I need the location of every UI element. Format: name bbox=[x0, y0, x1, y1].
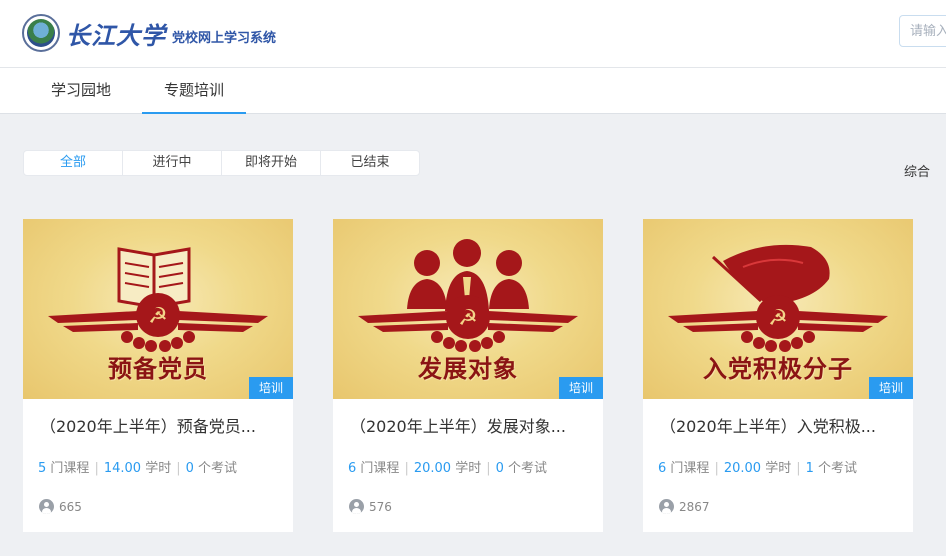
card-title[interactable]: （2020年上半年）发展对象... bbox=[350, 413, 566, 437]
hours-count: 20.00 bbox=[723, 461, 762, 476]
view-count-value: 576 bbox=[369, 499, 392, 514]
course-count: 6 bbox=[348, 461, 357, 476]
card-title[interactable]: （2020年上半年）入党积极... bbox=[660, 413, 876, 437]
course-unit: 门课程 bbox=[50, 461, 90, 476]
course-unit: 门课程 bbox=[360, 461, 400, 476]
view-count-value: 2867 bbox=[679, 499, 710, 514]
tab-study-garden[interactable]: 学习园地 bbox=[22, 68, 140, 114]
exam-unit: 个考试 bbox=[198, 461, 238, 476]
card-cover: ☭ 预备党员 培训 bbox=[23, 219, 293, 399]
filter-all[interactable]: 全部 bbox=[24, 151, 123, 175]
user-icon bbox=[39, 499, 54, 514]
exam-count: 0 bbox=[185, 461, 194, 476]
exam-count: 0 bbox=[495, 461, 504, 476]
status-filter: 全部 进行中 即将开始 已结束 bbox=[23, 150, 420, 176]
user-icon bbox=[349, 499, 364, 514]
course-count: 5 bbox=[38, 461, 47, 476]
course-count: 6 bbox=[658, 461, 667, 476]
brand-name: 长江大学 bbox=[66, 20, 166, 50]
card-title[interactable]: （2020年上半年）预备党员... bbox=[40, 413, 256, 437]
user-icon bbox=[659, 499, 674, 514]
training-tag: 培训 bbox=[559, 377, 603, 399]
brand-subtitle: 党校网上学习系统 bbox=[172, 30, 277, 46]
card-cover: ☭ 发展对象 培训 bbox=[333, 219, 603, 399]
top-header: 长江大学 党校网上学习系统 bbox=[0, 0, 946, 68]
hours-unit: 学时 bbox=[145, 461, 172, 476]
training-card[interactable]: ☭ 预备党员 培训 （2020年上半年）预备党员... 5 门课程 | 14.00 … bbox=[23, 219, 293, 532]
university-seal-icon bbox=[22, 14, 60, 52]
flag-icon bbox=[711, 244, 830, 305]
main-nav: 学习园地 专题培训 bbox=[0, 68, 946, 114]
course-unit: 门课程 bbox=[670, 461, 710, 476]
hours-count: 14.00 bbox=[103, 461, 142, 476]
exam-unit: 个考试 bbox=[508, 461, 548, 476]
filter-upcoming[interactable]: 即将开始 bbox=[222, 151, 321, 175]
card-meta: 6 门课程 | 20.00 学时 | 1 个考试 bbox=[658, 461, 858, 476]
filter-in-progress[interactable]: 进行中 bbox=[123, 151, 222, 175]
hours-unit: 学时 bbox=[765, 461, 792, 476]
hours-unit: 学时 bbox=[455, 461, 482, 476]
view-count: 665 bbox=[39, 499, 82, 514]
site-logo[interactable]: 长江大学 党校网上学习系统 bbox=[22, 14, 276, 52]
svg-text:☭: ☭ bbox=[458, 306, 478, 331]
search-input[interactable] bbox=[899, 15, 946, 47]
training-card[interactable]: ☭ 入党积极分子 培训 （2020年上半年）入党积极... 6 门课程 | 20.0… bbox=[643, 219, 913, 532]
view-count: 576 bbox=[349, 499, 392, 514]
svg-text:☭: ☭ bbox=[148, 304, 168, 329]
sort-dropdown[interactable]: 综合 bbox=[904, 161, 930, 180]
card-meta: 6 门课程 | 20.00 学时 | 0 个考试 bbox=[348, 461, 548, 476]
training-tag: 培训 bbox=[249, 377, 293, 399]
card-meta: 5 门课程 | 14.00 学时 | 0 个考试 bbox=[38, 461, 238, 476]
tab-special-training[interactable]: 专题培训 bbox=[142, 68, 246, 114]
view-count: 2867 bbox=[659, 499, 710, 514]
exam-unit: 个考试 bbox=[818, 461, 858, 476]
training-tag: 培训 bbox=[869, 377, 913, 399]
training-card[interactable]: ☭ 发展对象 培训 （2020年上半年）发展对象... 6 门课程 | 20.00 … bbox=[333, 219, 603, 532]
filter-ended[interactable]: 已结束 bbox=[321, 151, 419, 175]
svg-text:☭: ☭ bbox=[768, 306, 788, 331]
exam-count: 1 bbox=[805, 461, 814, 476]
card-cover: ☭ 入党积极分子 培训 bbox=[643, 219, 913, 399]
view-count-value: 665 bbox=[59, 499, 82, 514]
hours-count: 20.00 bbox=[413, 461, 452, 476]
